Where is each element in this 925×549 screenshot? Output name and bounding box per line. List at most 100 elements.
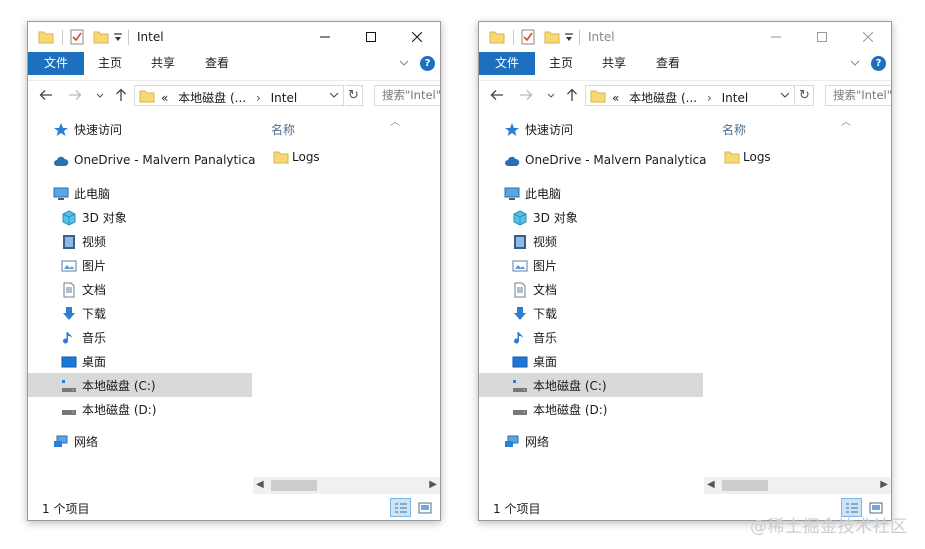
tab-view[interactable]: 查看 [197,52,237,75]
nav-item-drive-c[interactable]: 本地磁盘 (C:) [479,373,703,397]
help-button[interactable]: ? [420,56,435,71]
breadcrumb-item-drive[interactable]: 本地磁盘 (... [629,91,697,105]
tab-file[interactable]: 文件 [28,52,84,75]
tab-home[interactable]: 主页 [90,52,130,75]
nav-item-network[interactable]: 网络 [479,429,703,453]
nav-item-quick-access[interactable]: 快速访问 [28,117,252,141]
nav-item-drive-d[interactable]: 本地磁盘 (D:) [28,397,252,421]
breadcrumb-item-intel[interactable]: Intel [722,91,749,105]
address-history-chevron-icon[interactable] [780,91,790,99]
customize-quick-access-icon[interactable] [564,29,574,45]
breadcrumb-overflow[interactable]: « [612,91,619,105]
nav-item-this-pc[interactable]: 此电脑 [28,181,252,205]
nav-item-desktop[interactable]: 桌面 [479,349,703,373]
maximize-button[interactable] [799,22,845,52]
nav-item-documents[interactable]: 文档 [479,277,703,301]
video-icon [514,235,526,249]
expand-ribbon-icon[interactable] [398,57,410,69]
address-history-chevron-icon[interactable] [329,91,339,99]
forward-arrow-icon[interactable] [68,88,82,102]
new-folder-icon[interactable] [93,29,109,45]
breadcrumb-item-drive[interactable]: 本地磁盘 (... [178,91,246,105]
nav-item-videos[interactable]: 视频 [479,229,703,253]
help-button[interactable]: ? [871,56,886,71]
file-name: Logs [292,150,320,164]
search-input[interactable]: 搜索"Intel" [825,85,891,106]
address-bar[interactable]: « 本地磁盘 (... › Intel [585,85,795,106]
address-bar[interactable]: « 本地磁盘 (... › Intel [134,85,344,106]
tab-view[interactable]: 查看 [648,52,688,75]
nav-item-network[interactable]: 网络 [28,429,252,453]
forward-arrow-icon[interactable] [519,88,533,102]
nav-item-music[interactable]: 音乐 [479,325,703,349]
column-header-name[interactable]: 名称 [271,121,295,138]
folder-icon[interactable] [489,29,505,45]
tab-file[interactable]: 文件 [479,52,535,75]
details-view-button[interactable] [390,498,411,517]
maximize-button[interactable] [348,22,394,52]
properties-checklist-icon[interactable] [521,29,535,45]
horizontal-scrollbar[interactable]: ◀ ▶ [253,477,440,494]
horizontal-scrollbar[interactable]: ◀ ▶ [704,477,891,494]
nav-item-onedrive[interactable]: OneDrive - Malvern Panalytica [28,149,256,173]
scroll-left-icon[interactable]: ◀ [707,479,715,490]
back-arrow-icon[interactable] [39,88,53,102]
tab-share[interactable]: 共享 [143,52,183,75]
nav-item-downloads[interactable]: 下载 [479,301,703,325]
file-list: ︿ 名称 Logs [253,115,440,490]
nav-item-desktop[interactable]: 桌面 [28,349,252,373]
tab-home[interactable]: 主页 [541,52,581,75]
nav-item-drive-c[interactable]: 本地磁盘 (C:) [28,373,252,397]
nav-item-this-pc[interactable]: 此电脑 [479,181,703,205]
document-icon [514,282,526,298]
tab-share[interactable]: 共享 [594,52,634,75]
breadcrumb-item-intel[interactable]: Intel [271,91,298,105]
close-button[interactable] [845,22,891,52]
scroll-right-icon[interactable]: ▶ [429,479,437,490]
list-item[interactable]: Logs [724,147,874,167]
scrollbar-thumb[interactable] [271,480,317,491]
recent-locations-chevron-icon[interactable] [95,88,105,102]
breadcrumb-separator-icon[interactable]: › [256,91,261,105]
scrollbar-thumb[interactable] [722,480,768,491]
breadcrumb-separator-icon[interactable]: › [707,91,712,105]
new-folder-icon[interactable] [544,29,560,45]
nav-item-quick-access[interactable]: 快速访问 [479,117,703,141]
drive-d-icon [513,410,527,415]
customize-quick-access-icon[interactable] [113,29,123,45]
breadcrumb: « 本地磁盘 (... › Intel [161,89,297,106]
refresh-button[interactable]: ↻ [796,85,814,106]
list-item[interactable]: Logs [273,147,423,167]
refresh-button[interactable]: ↻ [345,85,363,106]
breadcrumb-overflow[interactable]: « [161,91,168,105]
folder-icon[interactable] [38,29,54,45]
minimize-button[interactable] [753,22,799,52]
large-icons-view-button[interactable] [414,498,435,517]
up-arrow-icon[interactable] [565,88,579,102]
properties-checklist-icon[interactable] [70,29,84,45]
close-button[interactable] [394,22,440,52]
column-header-name[interactable]: 名称 [722,121,746,138]
drive-c-icon [513,380,527,392]
nav-item-pictures[interactable]: 图片 [479,253,703,277]
nav-item-pictures[interactable]: 图片 [28,253,252,277]
nav-item-downloads[interactable]: 下载 [28,301,252,325]
back-arrow-icon[interactable] [490,88,504,102]
ribbon-tabs: 文件 主页 共享 查看 ? [479,52,891,75]
minimize-button[interactable] [302,22,348,52]
nav-item-drive-d[interactable]: 本地磁盘 (D:) [479,397,703,421]
nav-item-music[interactable]: 音乐 [28,325,252,349]
nav-item-onedrive[interactable]: OneDrive - Malvern Panalytica [479,149,707,173]
ribbon-tabs: 文件 主页 共享 查看 ? [28,52,440,75]
nav-item-3d-objects[interactable]: 3D 对象 [28,205,252,229]
scroll-left-icon[interactable]: ◀ [256,479,264,490]
expand-ribbon-icon[interactable] [849,57,861,69]
nav-item-videos[interactable]: 视频 [28,229,252,253]
scroll-right-icon[interactable]: ▶ [880,479,888,490]
nav-item-documents[interactable]: 文档 [28,277,252,301]
up-arrow-icon[interactable] [114,88,128,102]
recent-locations-chevron-icon[interactable] [546,88,556,102]
folder-icon [139,90,155,103]
search-input[interactable]: 搜索"Intel" [374,85,440,106]
nav-item-3d-objects[interactable]: 3D 对象 [479,205,703,229]
